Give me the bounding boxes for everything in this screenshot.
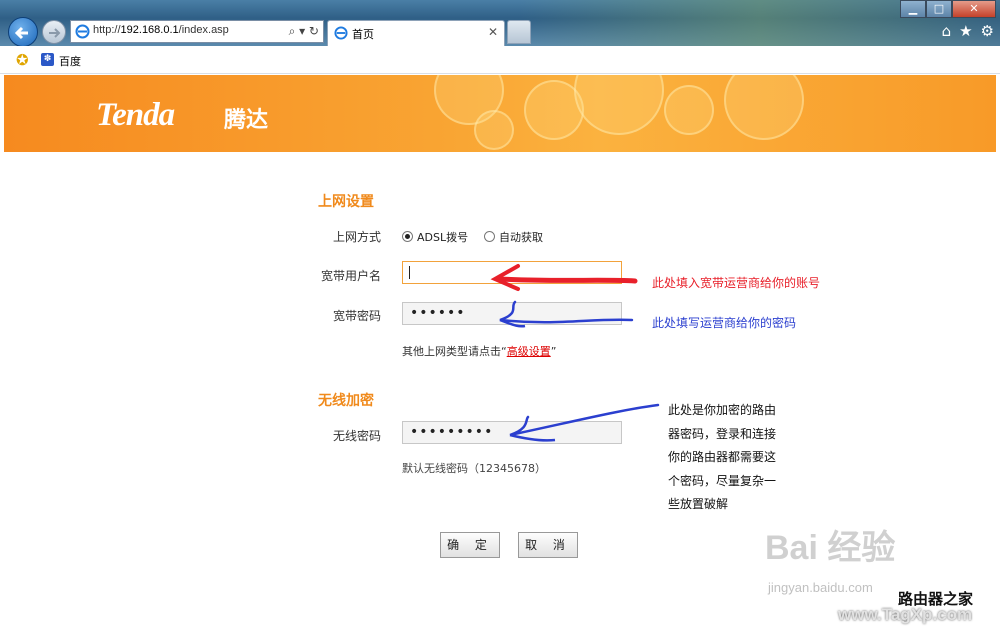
favorites-bar: ✪ ✽ 百度 bbox=[0, 46, 1000, 74]
close-window-button[interactable]: ✕ bbox=[952, 0, 996, 18]
connection-mode-label: 上网方式 bbox=[333, 230, 382, 244]
forward-button[interactable] bbox=[42, 20, 66, 44]
address-url: http://192.168.0.1/index.asp bbox=[93, 24, 229, 36]
add-favorite-icon[interactable]: ✪ bbox=[16, 51, 29, 69]
banner-bubble bbox=[474, 110, 514, 150]
radio-auto[interactable] bbox=[484, 231, 495, 242]
banner-bubble bbox=[664, 85, 714, 135]
tenda-logo-cn: 腾达 bbox=[224, 108, 269, 133]
advanced-settings-link[interactable]: 高级设置 bbox=[507, 345, 551, 358]
banner-bubble bbox=[724, 75, 804, 140]
jingyan-watermark: jingyan.baidu.com bbox=[768, 580, 873, 595]
baidu-watermark: Bai 经验 bbox=[765, 529, 896, 567]
ie-icon bbox=[334, 26, 348, 40]
confirm-button[interactable]: 确 定 bbox=[440, 532, 500, 558]
password-annotation: 此处填写运营商给你的密码 bbox=[652, 316, 797, 330]
home-icon[interactable]: ⌂ bbox=[942, 22, 952, 40]
password-input[interactable]: •••••• bbox=[402, 302, 622, 325]
site-watermark-en: www.TagXp.com bbox=[838, 605, 973, 624]
banner-bubble bbox=[574, 75, 664, 135]
wireless-password-input[interactable]: ••••••••• bbox=[402, 421, 622, 444]
wireless-section-title: 无线加密 bbox=[318, 393, 374, 409]
minimize-button[interactable]: ▁ bbox=[900, 0, 926, 18]
cancel-button[interactable]: 取 消 bbox=[518, 532, 578, 558]
text-caret bbox=[409, 266, 410, 279]
baidu-icon: ✽ bbox=[41, 53, 54, 66]
new-tab-button[interactable] bbox=[507, 20, 531, 44]
favorites-star-icon[interactable]: ★ bbox=[959, 22, 972, 40]
gear-icon[interactable]: ⚙ bbox=[981, 22, 994, 40]
default-password-note: 默认无线密码（12345678） bbox=[402, 462, 546, 475]
radio-adsl[interactable] bbox=[402, 231, 413, 242]
address-bar[interactable]: http://192.168.0.1/index.asp ⌕ ▾ ↻ bbox=[70, 20, 324, 43]
toolbar-icons: ⌂ ★ ⚙ bbox=[942, 22, 994, 40]
maximize-button[interactable]: □ bbox=[926, 0, 952, 18]
other-types-note: 其他上网类型请点击“高级设置” bbox=[402, 345, 557, 358]
favorite-baidu[interactable]: 百度 bbox=[59, 53, 81, 69]
username-label: 宽带用户名 bbox=[321, 269, 382, 283]
header-banner: Tenda 腾达 bbox=[4, 75, 996, 152]
back-arrow-icon bbox=[14, 26, 28, 40]
username-annotation: 此处填入宽带运营商给你的账号 bbox=[652, 276, 821, 290]
window-controls: ▁ □ ✕ bbox=[900, 0, 996, 18]
search-refresh-icons[interactable]: ⌕ ▾ ↻ bbox=[289, 24, 319, 39]
forward-arrow-icon bbox=[49, 28, 61, 38]
tab-title: 首页 bbox=[352, 28, 374, 41]
username-input[interactable] bbox=[402, 261, 622, 284]
wireless-annotation: 此处是你加密的路由 器密码，登录和连接 你的路由器都需要这 个密码，尽量复杂一 … bbox=[668, 403, 777, 511]
ie-icon bbox=[75, 24, 90, 39]
password-label: 宽带密码 bbox=[333, 309, 382, 323]
tab-home[interactable]: 首页 ✕ bbox=[327, 20, 505, 46]
close-tab-icon[interactable]: ✕ bbox=[488, 25, 498, 39]
wireless-password-label: 无线密码 bbox=[333, 429, 382, 443]
radio-adsl-label: ADSL拨号 bbox=[417, 231, 469, 244]
browser-chrome: http://192.168.0.1/index.asp ⌕ ▾ ↻ 首页 ✕ … bbox=[0, 0, 1000, 47]
back-button[interactable] bbox=[8, 17, 38, 47]
radio-auto-label: 自动获取 bbox=[499, 231, 543, 244]
internet-section-title: 上网设置 bbox=[318, 194, 374, 210]
tenda-logo: Tenda bbox=[96, 97, 175, 133]
